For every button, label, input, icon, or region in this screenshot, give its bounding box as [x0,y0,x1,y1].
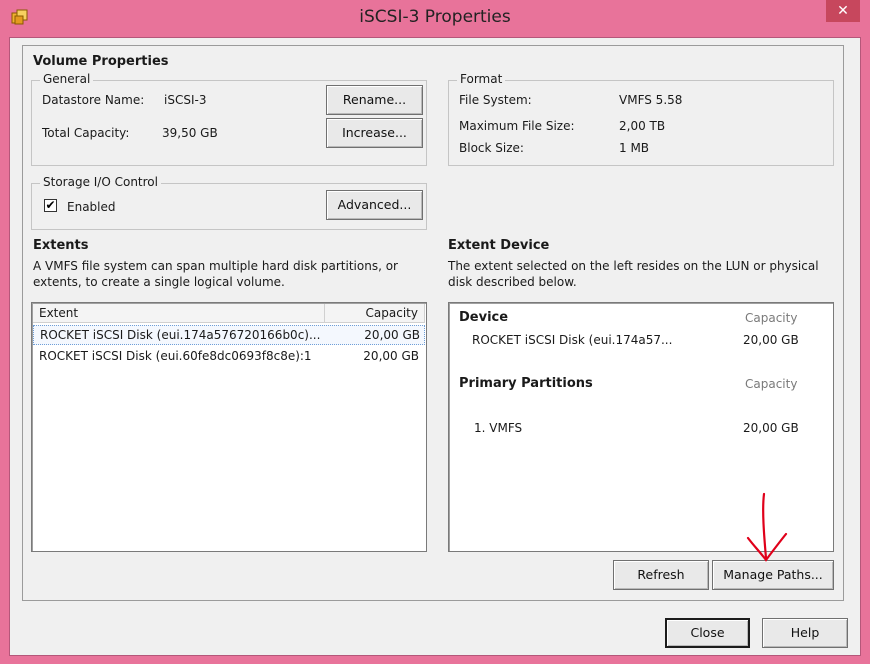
partition-capacity: 20,00 GB [743,421,799,435]
device-header: Device [459,310,509,325]
enabled-label: Enabled [67,200,116,214]
total-capacity-value: 39,50 GB [162,126,218,140]
extent-cell: ROCKET iSCSI Disk (eui.174a576720166b0c)… [40,328,321,342]
help-button-label: Help [790,625,820,640]
capacity-cell: 20,00 GB [363,349,419,363]
advanced-button-label: Advanced... [337,197,412,212]
title-bar[interactable]: iSCSI-3 Properties ✕ [0,0,870,36]
help-button[interactable]: Help [762,618,848,648]
properties-window: iSCSI-3 Properties ✕ Volume Properties G… [0,0,870,664]
primary-partitions-header: Primary Partitions [459,376,593,391]
general-group: General Datastore Name: iSCSI-3 Total Ca… [31,72,427,166]
close-icon[interactable]: ✕ [826,0,860,22]
extents-description-line1: A VMFS file system can span multiple har… [33,259,398,273]
red-arrow-annotation [746,492,788,562]
storage-io-control-group: Storage I/O Control ✔ Enabled Advanced..… [31,175,427,230]
partition-name: 1. VMFS [474,421,523,435]
max-file-size-label: Maximum File Size: [459,119,575,133]
dialog-client-area: Volume Properties General Datastore Name… [9,37,861,656]
block-size-value: 1 MB [619,141,650,155]
device-name: ROCKET iSCSI Disk (eui.174a57... [472,333,673,347]
partitions-capacity-header: Capacity [745,377,798,391]
capacity-cell: 20,00 GB [364,328,420,342]
close-button[interactable]: Close [665,618,750,648]
capacity-column-header[interactable]: Capacity [325,304,425,323]
block-size-label: Block Size: [459,141,524,155]
table-row[interactable]: ROCKET iSCSI Disk (eui.60fe8dc0693f8c8e)… [33,347,425,367]
storage-io-control-legend: Storage I/O Control [40,175,161,189]
window-title: iSCSI-3 Properties [359,7,511,27]
device-capacity-header: Capacity [745,311,798,325]
increase-button-label: Increase... [342,125,407,140]
max-file-size-value: 2,00 TB [619,119,666,133]
format-group: Format File System: VMFS 5.58 Maximum Fi… [448,72,834,166]
extents-list[interactable]: Extent Capacity ROCKET iSCSI Disk (eui.1… [31,302,427,552]
total-capacity-label: Total Capacity: [42,126,130,140]
advanced-button[interactable]: Advanced... [326,190,423,220]
file-system-value: VMFS 5.58 [619,93,683,107]
enabled-checkbox[interactable]: ✔ [44,199,57,212]
general-legend: General [40,72,94,86]
table-row[interactable]: ROCKET iSCSI Disk (eui.174a576720166b0c)… [33,325,425,345]
extent-device-description-line1: The extent selected on the left resides … [448,259,819,273]
rename-button[interactable]: Rename... [326,85,423,115]
extent-column-header[interactable]: Extent [33,304,325,323]
close-button-label: Close [690,625,725,640]
volume-properties-heading: Volume Properties [33,54,169,69]
increase-button[interactable]: Increase... [326,118,423,148]
format-legend: Format [457,72,506,86]
refresh-button[interactable]: Refresh [613,560,709,590]
extent-device-description-line2: disk described below. [448,275,577,289]
datastore-name-value: iSCSI-3 [164,93,207,107]
extent-device-heading: Extent Device [448,238,550,253]
datastore-name-label: Datastore Name: [42,93,145,107]
properties-panel: Volume Properties General Datastore Name… [22,45,844,601]
extents-heading: Extents [33,238,89,253]
rename-button-label: Rename... [342,92,407,107]
extents-description-line2: extents, to create a single logical volu… [33,275,285,289]
refresh-button-label: Refresh [637,567,685,582]
extent-cell: ROCKET iSCSI Disk (eui.60fe8dc0693f8c8e)… [39,349,312,363]
device-capacity: 20,00 GB [743,333,799,347]
file-system-label: File System: [459,93,532,107]
